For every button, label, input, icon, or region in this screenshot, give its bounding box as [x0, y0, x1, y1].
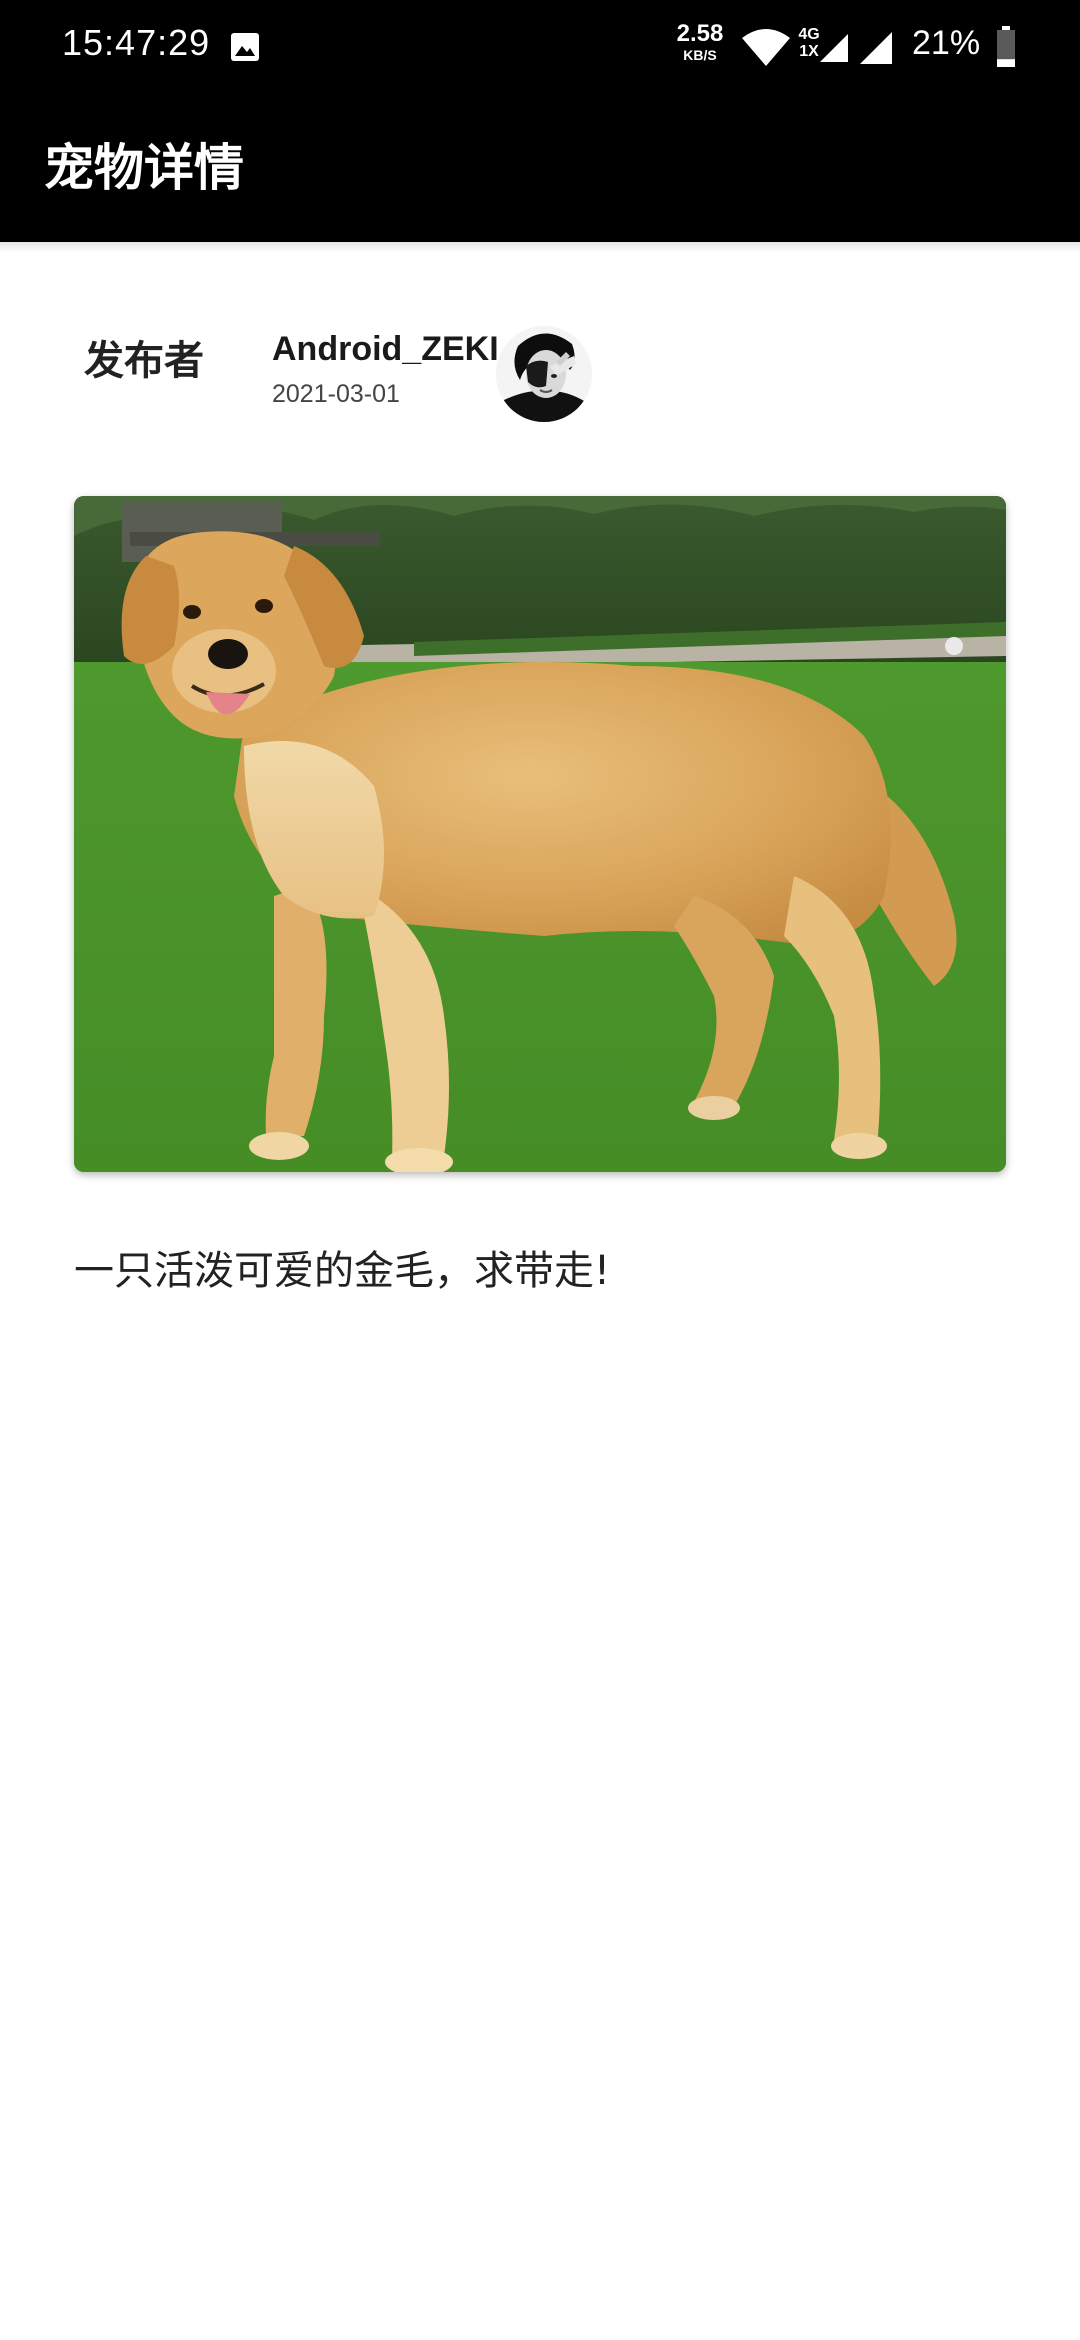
network-speed: 2.58 KB/S: [672, 20, 728, 63]
page-title: 宠物详情: [44, 139, 244, 197]
golden-retriever-photo: [74, 496, 1006, 1172]
gallery-icon: [231, 33, 259, 61]
author-name[interactable]: Android_ZEKI: [272, 330, 499, 369]
app-bar: 宠物详情: [0, 96, 1080, 242]
cellular-signal-icon: [820, 34, 848, 62]
app-bar-shadow: [0, 242, 1080, 252]
publisher-label: 发布者: [84, 338, 204, 384]
avatar-portrait-image: [496, 326, 592, 422]
status-bar: 15:47:29 2.58 KB/S 4G 1X 21%: [0, 0, 1080, 96]
battery-percent: 21%: [912, 24, 981, 62]
mobile-network: 4G 1X: [796, 26, 850, 70]
pet-photo[interactable]: [74, 496, 1006, 1172]
network-speed-value: 2.58: [676, 20, 724, 47]
network-speed-unit: KB/S: [683, 47, 717, 63]
cellular-signal-icon: [860, 32, 892, 64]
avatar[interactable]: [496, 326, 592, 422]
battery-icon: [997, 26, 1015, 67]
pet-description: 一只活泼可爱的金毛，求带走!: [74, 1248, 611, 1294]
post-date: 2021-03-01: [272, 380, 400, 408]
status-time: 15:47:29: [62, 22, 211, 63]
wifi-icon: [742, 29, 790, 66]
